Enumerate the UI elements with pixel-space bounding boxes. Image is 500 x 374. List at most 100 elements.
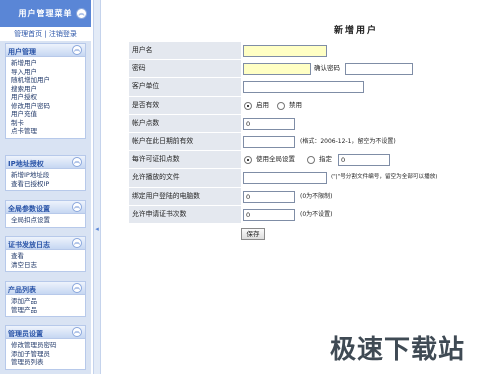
menu-item-search-user[interactable]: 搜索用户 [11, 85, 85, 94]
home-link[interactable]: 管理首页 [14, 30, 42, 38]
watermark-text: 极速下载站 [330, 335, 466, 365]
collapse-icon[interactable]: ︽ [72, 45, 82, 55]
menu-item-add-ip-range[interactable]: 新增IP地址段 [11, 171, 85, 180]
splitter-bar[interactable] [93, 0, 101, 374]
row-bind-pcs: 绑定用户登陆的电脑数 0 (0为不限制) [129, 187, 474, 206]
points-label: 帐户点数 [129, 114, 241, 132]
save-button[interactable]: 保存 [241, 228, 265, 240]
sidebar-top-links: 管理首页 | 注销登录 [0, 27, 91, 41]
menu-item-add-user[interactable]: 新增用户 [11, 59, 85, 68]
files-label: 允许播放的文件 [129, 169, 241, 187]
menu-item-import-user[interactable]: 导入用户 [11, 68, 85, 77]
menu-group-title: 用户管理 [8, 48, 36, 56]
add-user-form: 用户名 密码 确认密码 客户单位 是否有效 启用 禁用 帐户点数 0 帐户在此日… [129, 42, 474, 224]
expiry-hint: (格式：2006-12-1，留空为不设置) [300, 137, 396, 145]
menu-item-add-sub-admin[interactable]: 添加子管理员 [11, 350, 85, 359]
menu-group-ip-authorize: IP地址授权 ︽ 新增IP地址段 查看已授权IP [5, 155, 86, 191]
page-title: 新增用户 [333, 26, 378, 36]
collapse-icon[interactable]: ︽ [72, 202, 82, 212]
collapse-left-arrow-icon[interactable]: ◂ [94, 224, 100, 234]
company-label: 客户单位 [129, 78, 241, 96]
bind-pcs-label: 绑定用户登陆的电脑数 [129, 187, 241, 205]
row-username: 用户名 [129, 42, 474, 61]
deduct-global-label: 使用全局设置 [256, 155, 295, 164]
cert-times-hint: (0为不设置) [300, 210, 333, 218]
menu-item-user-authorize[interactable]: 用户授权 [11, 93, 85, 102]
bind-pcs-hint: (0为不限制) [300, 192, 333, 200]
menu-item-admin-list[interactable]: 管理员列表 [11, 358, 85, 367]
collapse-icon[interactable]: ︽ [72, 238, 82, 248]
bind-pcs-input[interactable]: 0 [243, 190, 295, 203]
menu-group-global-settings: 全局参数设置 ︽ 全局扣点设置 [5, 200, 86, 228]
files-hint: ("|"号分割文件编号，留空为全部可以播放) [331, 174, 438, 181]
files-input[interactable] [243, 172, 327, 185]
company-input[interactable] [243, 81, 364, 94]
menu-group-header[interactable]: 管理员设置 ︽ [6, 326, 85, 339]
menu-item-change-password[interactable]: 修改用户密码 [11, 102, 85, 111]
menu-group-title: 证书发放日志 [8, 241, 50, 249]
row-password: 密码 确认密码 [129, 60, 474, 79]
enabled-option-label: 启用 [256, 100, 269, 109]
row-expiry: 帐户在此日期前有效 (格式：2006-12-1，留空为不设置) [129, 132, 474, 152]
expiry-label: 帐户在此日期前有效 [129, 132, 241, 151]
menu-item-add-product[interactable]: 添加产品 [11, 297, 85, 306]
row-deduct: 每许可证扣点数 使用全局设置 指定 0 [129, 151, 474, 170]
menu-item-change-admin-password[interactable]: 修改管理员密码 [11, 341, 85, 350]
deduct-label: 每许可证扣点数 [129, 151, 241, 169]
sidebar: 用户管理菜单 ︽ 管理首页 | 注销登录 用户管理 ︽ 新增用户 导入用户 随机… [0, 0, 91, 374]
username-label: 用户名 [129, 42, 241, 60]
row-files: 允许播放的文件 ("|"号分割文件编号，留空为全部可以播放) [129, 169, 474, 188]
deduct-custom-label: 指定 [319, 155, 332, 164]
collapse-icon[interactable]: ︽ [72, 283, 82, 293]
menu-item-random-add-user[interactable]: 随机增加用户 [11, 76, 85, 85]
menu-item-manage-product[interactable]: 管理产品 [11, 306, 85, 315]
username-input[interactable] [243, 45, 327, 57]
watermark: 极速下载站 [330, 325, 490, 365]
cert-times-input[interactable]: 0 [243, 208, 295, 221]
menu-group-cert-log: 证书发放日志 ︽ 查看 清空日志 [5, 236, 86, 272]
password-label: 密码 [129, 60, 241, 78]
confirm-password-input[interactable] [345, 63, 413, 76]
menu-group-title: IP地址授权 [8, 160, 44, 168]
deduct-custom-radio[interactable] [307, 156, 315, 165]
deduct-input[interactable]: 0 [338, 154, 390, 167]
menu-group-user-management: 用户管理 ︽ 新增用户 导入用户 随机增加用户 搜索用户 用户授权 修改用户密码… [5, 43, 86, 139]
confirm-password-label: 确认密码 [314, 64, 340, 73]
menu-group-header[interactable]: 产品列表 ︽ [6, 282, 85, 295]
deduct-global-radio[interactable] [244, 156, 252, 165]
menu-item-clear-log[interactable]: 清空日志 [11, 261, 85, 270]
menu-item-make-card[interactable]: 制卡 [11, 119, 85, 128]
logout-link[interactable]: 注销登录 [49, 30, 77, 38]
cert-times-label: 允许申请证书次数 [129, 205, 241, 223]
row-points: 帐户点数 0 [129, 114, 474, 133]
menu-item-card-management[interactable]: 点卡管理 [11, 127, 85, 136]
enabled-label: 是否有效 [129, 96, 241, 114]
expiry-input[interactable] [243, 135, 295, 148]
disabled-option-label: 禁用 [289, 100, 302, 109]
link-separator: | [42, 30, 49, 38]
row-cert-times: 允许申请证书次数 0 (0为不设置) [129, 205, 474, 224]
row-company: 客户单位 [129, 78, 474, 97]
menu-item-view-log[interactable]: 查看 [11, 252, 85, 261]
sidebar-header: 用户管理菜单 ︽ [0, 0, 91, 27]
menu-group-admin-settings: 管理员设置 ︽ 修改管理员密码 添加子管理员 管理员列表 [5, 325, 86, 370]
menu-group-products: 产品列表 ︽ 添加产品 管理产品 [5, 281, 86, 317]
menu-item-global-deduct[interactable]: 全局扣点设置 [11, 216, 85, 225]
row-enabled: 是否有效 启用 禁用 [129, 96, 474, 115]
menu-group-title: 产品列表 [8, 286, 36, 294]
points-input[interactable]: 0 [243, 117, 295, 130]
menu-group-header[interactable]: 全局参数设置 ︽ [6, 201, 85, 214]
menu-group-header[interactable]: IP地址授权 ︽ [6, 156, 85, 169]
menu-item-view-ip[interactable]: 查看已授权IP [11, 180, 85, 189]
collapse-icon[interactable]: ︽ [72, 157, 82, 167]
password-input[interactable] [243, 63, 311, 76]
menu-group-title: 全局参数设置 [8, 205, 50, 213]
collapse-icon[interactable]: ︽ [76, 8, 87, 19]
menu-group-title: 管理员设置 [8, 330, 43, 338]
enabled-radio[interactable] [244, 101, 252, 110]
disabled-radio[interactable] [277, 101, 285, 110]
menu-group-header[interactable]: 用户管理 ︽ [6, 44, 85, 57]
menu-item-recharge[interactable]: 用户充值 [11, 110, 85, 119]
menu-group-header[interactable]: 证书发放日志 ︽ [6, 237, 85, 250]
collapse-icon[interactable]: ︽ [72, 327, 82, 337]
